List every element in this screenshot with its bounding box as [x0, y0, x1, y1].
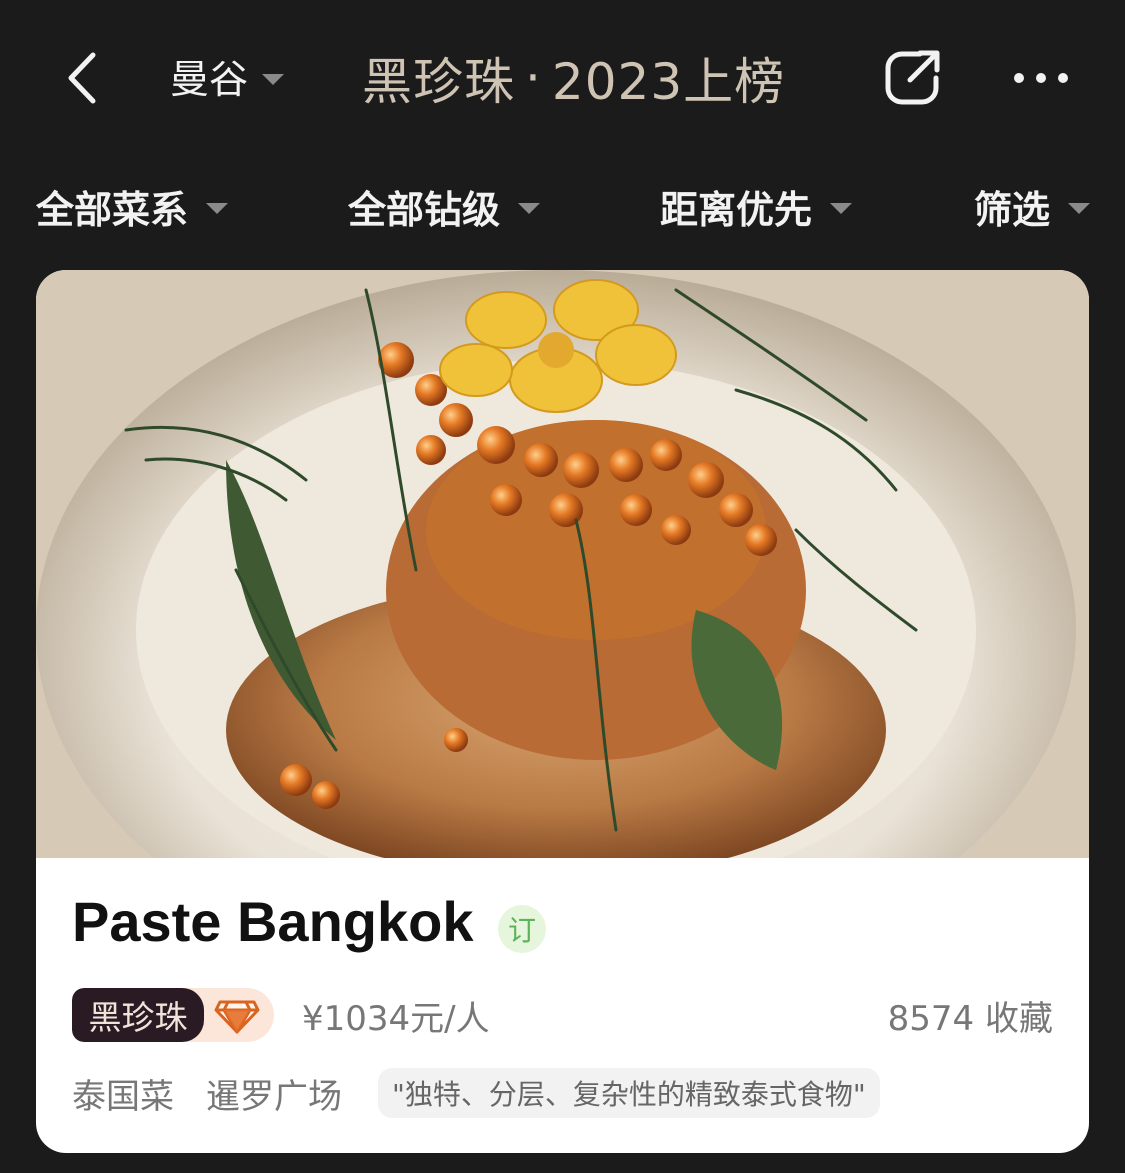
black-pearl-label: 黑珍珠 — [72, 988, 204, 1042]
caret-down-icon — [262, 73, 285, 85]
filter-sort-label: 距离优先 — [660, 187, 813, 232]
more-icon-dot — [1058, 73, 1068, 83]
caret-down-icon — [206, 202, 229, 214]
area-tag: 暹罗广场 — [206, 1076, 342, 1117]
filter-diamond-label: 全部钻级 — [348, 187, 501, 232]
restaurant-photo — [36, 270, 1089, 858]
title-brand: 黑珍珠 — [362, 53, 515, 111]
price-per-person: ¥1034元/人 — [302, 998, 490, 1039]
more-icon-dot — [1036, 73, 1046, 83]
black-pearl-badge: 黑珍珠 — [72, 988, 274, 1042]
share-icon — [885, 50, 940, 105]
restaurant-card[interactable]: Paste Bangkok 订 黑珍珠 ¥1034元/人 8574 收藏 泰国菜… — [36, 270, 1089, 1153]
filter-more[interactable]: 筛选 — [974, 170, 1091, 242]
filter-more-label: 筛选 — [974, 187, 1051, 232]
more-icon-dot — [1014, 73, 1024, 83]
more-button[interactable] — [1008, 58, 1074, 98]
top-bar: 曼谷 黑珍珠 · 2023上榜 — [0, 0, 1125, 150]
dish-illustration — [36, 270, 1089, 858]
title-separator: · — [525, 49, 542, 107]
page-title: 黑珍珠 · 2023上榜 — [362, 44, 785, 112]
back-button[interactable] — [52, 45, 112, 111]
caret-down-icon — [518, 202, 541, 214]
cuisine-tag: 泰国菜 — [72, 1076, 174, 1117]
restaurant-name[interactable]: Paste Bangkok — [72, 880, 474, 964]
filter-cuisine-label: 全部菜系 — [36, 187, 189, 232]
filter-cuisine[interactable]: 全部菜系 — [36, 170, 229, 242]
title-year: 2023上榜 — [551, 53, 786, 111]
caret-down-icon — [830, 202, 853, 214]
diamond-icon — [214, 1000, 260, 1034]
share-button[interactable] — [880, 44, 946, 110]
caret-down-icon — [1068, 202, 1091, 214]
review-quote: "独特、分层、复杂性的精致泰式食物" — [378, 1068, 880, 1118]
filter-sort[interactable]: 距离优先 — [660, 170, 853, 242]
booking-badge: 订 — [498, 905, 546, 953]
favorites-count: 8574 收藏 — [887, 998, 1053, 1039]
filter-diamond-level[interactable]: 全部钻级 — [348, 170, 541, 242]
city-selector[interactable]: 曼谷 — [170, 48, 285, 106]
restaurant-info: Paste Bangkok 订 黑珍珠 ¥1034元/人 8574 收藏 泰国菜… — [36, 858, 1089, 1153]
chevron-left-icon — [68, 52, 96, 104]
filter-bar: 全部菜系 全部钻级 距离优先 筛选 — [0, 170, 1125, 242]
city-label: 曼谷 — [170, 58, 249, 103]
